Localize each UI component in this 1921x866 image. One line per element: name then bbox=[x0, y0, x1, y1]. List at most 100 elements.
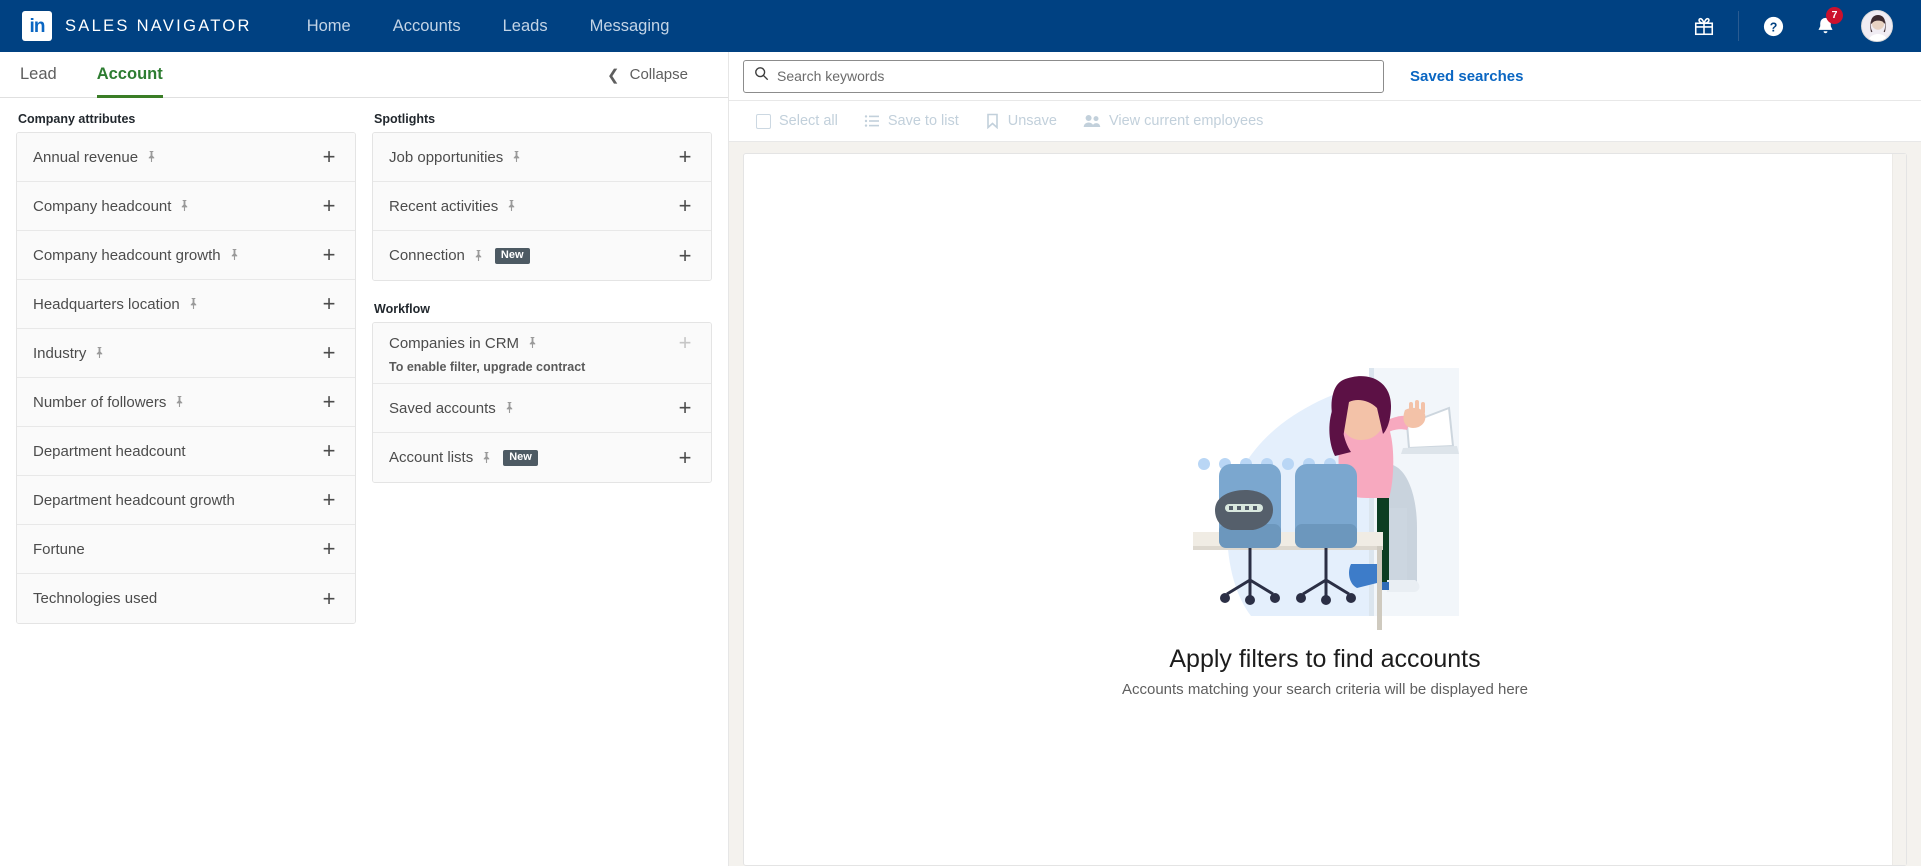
nav-divider bbox=[1738, 11, 1739, 41]
add-filter-button[interactable]: + bbox=[317, 538, 341, 560]
unsave-label: Unsave bbox=[1008, 113, 1057, 129]
filter-label: Department headcount growth bbox=[33, 492, 235, 509]
filter-label: Number of followers bbox=[33, 394, 185, 411]
empty-state-subtitle: Accounts matching your search criteria w… bbox=[1122, 681, 1528, 698]
filter-row[interactable]: Industry + bbox=[17, 329, 355, 378]
people-icon bbox=[1083, 113, 1101, 129]
brand-logo[interactable]: in SALES NAVIGATOR bbox=[22, 11, 252, 41]
save-to-list-label: Save to list bbox=[888, 113, 959, 129]
section-title-spotlights: Spotlights bbox=[374, 112, 712, 126]
filter-card-company-attributes: Annual revenue + Company headcount bbox=[16, 132, 356, 624]
save-to-list-button: Save to list bbox=[851, 113, 972, 129]
filter-row[interactable]: Account lists New + bbox=[373, 433, 711, 482]
search-bar-row: Saved searches bbox=[729, 52, 1921, 101]
add-filter-button-disabled: + bbox=[673, 332, 697, 354]
add-filter-button[interactable]: + bbox=[317, 244, 341, 266]
filter-label: Company headcount growth bbox=[33, 247, 240, 264]
add-filter-button[interactable]: + bbox=[317, 146, 341, 168]
collapse-label: Collapse bbox=[630, 66, 688, 83]
filter-label: Annual revenue bbox=[33, 149, 157, 166]
gift-icon[interactable] bbox=[1678, 0, 1730, 52]
filter-label: Industry bbox=[33, 345, 105, 362]
results-scrollbar[interactable] bbox=[1892, 154, 1906, 865]
search-icon bbox=[754, 66, 769, 86]
search-box[interactable] bbox=[743, 60, 1384, 93]
filter-row[interactable]: Job opportunities + bbox=[373, 133, 711, 182]
filter-label: Technologies used bbox=[33, 590, 157, 607]
filter-column-company-attributes: Company attributes Annual revenue + bbox=[16, 112, 356, 624]
top-nav-actions: ? 7 bbox=[1678, 0, 1903, 52]
filter-label: Fortune bbox=[33, 541, 85, 558]
add-filter-button[interactable]: + bbox=[317, 293, 341, 315]
results-empty-card: Apply filters to find accounts Accounts … bbox=[743, 153, 1907, 866]
empty-state-title: Apply filters to find accounts bbox=[1169, 645, 1480, 674]
tab-account[interactable]: Account bbox=[77, 52, 183, 97]
section-title-workflow: Workflow bbox=[374, 302, 712, 316]
add-filter-button[interactable]: + bbox=[673, 397, 697, 419]
filter-row[interactable]: Fortune + bbox=[17, 525, 355, 574]
filter-row[interactable]: Recent activities + bbox=[373, 182, 711, 231]
add-filter-button[interactable]: + bbox=[673, 195, 697, 217]
top-navigation-bar: in SALES NAVIGATOR Home Accounts Leads M… bbox=[0, 0, 1921, 52]
add-filter-button[interactable]: + bbox=[673, 447, 697, 469]
filter-type-tabs: Lead Account ❮ Collapse bbox=[0, 52, 728, 98]
add-filter-button[interactable]: + bbox=[673, 146, 697, 168]
chevron-left-icon: ❮ bbox=[607, 66, 620, 84]
pin-icon bbox=[229, 249, 240, 261]
filter-label: Recent activities bbox=[389, 198, 517, 215]
filter-label: Headquarters location bbox=[33, 296, 199, 313]
filter-label: Connection New bbox=[389, 247, 530, 264]
checkbox-icon bbox=[756, 114, 771, 129]
filter-row[interactable]: Company headcount + bbox=[17, 182, 355, 231]
nav-link-accounts[interactable]: Accounts bbox=[372, 17, 482, 36]
nav-link-home[interactable]: Home bbox=[286, 17, 372, 36]
notifications-bell-icon[interactable]: 7 bbox=[1799, 0, 1851, 52]
add-filter-button[interactable]: + bbox=[317, 342, 341, 364]
woman-at-whiteboard-illustration bbox=[1191, 368, 1459, 635]
filter-row[interactable]: Headquarters location + bbox=[17, 280, 355, 329]
filter-row[interactable]: Connection New + bbox=[373, 231, 711, 280]
help-icon[interactable]: ? bbox=[1747, 0, 1799, 52]
nav-link-messaging[interactable]: Messaging bbox=[569, 17, 691, 36]
filter-row[interactable]: Company headcount growth + bbox=[17, 231, 355, 280]
select-all-label: Select all bbox=[779, 113, 838, 129]
add-filter-button[interactable]: + bbox=[317, 588, 341, 610]
filter-label: Companies in CRM bbox=[389, 335, 538, 352]
add-filter-button[interactable]: + bbox=[317, 391, 341, 413]
filter-row[interactable]: Number of followers + bbox=[17, 378, 355, 427]
search-input[interactable] bbox=[777, 68, 1373, 84]
empty-state: Apply filters to find accounts Accounts … bbox=[1122, 368, 1528, 698]
filter-row[interactable]: Department headcount growth + bbox=[17, 476, 355, 525]
add-filter-button[interactable]: + bbox=[317, 440, 341, 462]
results-action-toolbar: Select all Save to list bbox=[729, 101, 1921, 142]
list-icon bbox=[864, 113, 880, 129]
section-title-company-attributes: Company attributes bbox=[18, 112, 356, 126]
view-current-employees-label: View current employees bbox=[1109, 113, 1263, 129]
collapse-panel-button[interactable]: ❮ Collapse bbox=[607, 52, 710, 97]
view-current-employees-button: View current employees bbox=[1070, 113, 1276, 129]
notification-count-badge: 7 bbox=[1826, 7, 1843, 24]
add-filter-button[interactable]: + bbox=[317, 489, 341, 511]
filter-row[interactable]: Department headcount + bbox=[17, 427, 355, 476]
nav-link-leads[interactable]: Leads bbox=[482, 17, 569, 36]
avatar[interactable] bbox=[1851, 0, 1903, 52]
saved-searches-link[interactable]: Saved searches bbox=[1410, 68, 1523, 85]
select-all-control: Select all bbox=[743, 113, 851, 129]
new-badge: New bbox=[495, 248, 530, 264]
filter-label: Saved accounts bbox=[389, 400, 515, 417]
filter-row[interactable]: Annual revenue + bbox=[17, 133, 355, 182]
pin-icon bbox=[527, 337, 538, 349]
add-filter-button[interactable]: + bbox=[673, 245, 697, 267]
brand-title: SALES NAVIGATOR bbox=[65, 17, 252, 36]
pin-icon bbox=[146, 151, 157, 163]
tab-lead[interactable]: Lead bbox=[0, 52, 77, 97]
pin-icon bbox=[504, 402, 515, 414]
pin-icon bbox=[179, 200, 190, 212]
add-filter-button[interactable]: + bbox=[317, 195, 341, 217]
pin-icon bbox=[473, 250, 484, 262]
filter-row[interactable]: Technologies used + bbox=[17, 574, 355, 623]
filter-card-spotlights: Job opportunities + Recent activities bbox=[372, 132, 712, 281]
results-stage: Apply filters to find accounts Accounts … bbox=[729, 142, 1921, 866]
results-panel: Saved searches Select all Save to list bbox=[729, 52, 1921, 866]
filter-row[interactable]: Saved accounts + bbox=[373, 384, 711, 433]
